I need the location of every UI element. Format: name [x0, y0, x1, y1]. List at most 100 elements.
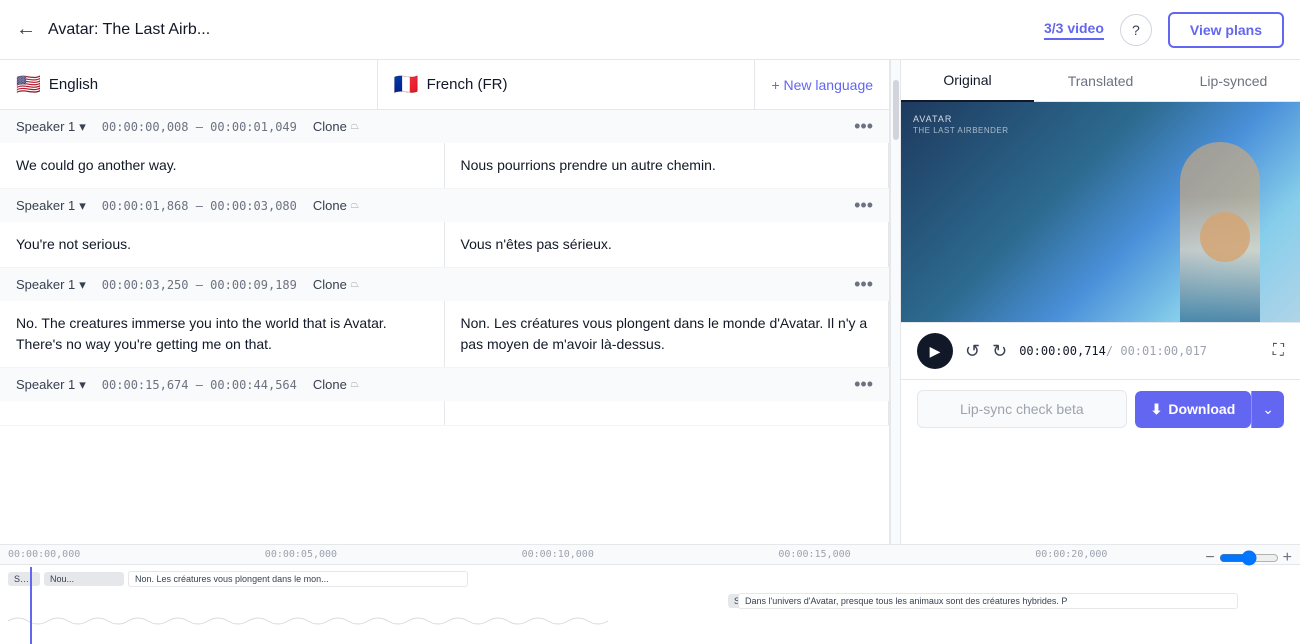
action-row: Lip-sync check beta ⬇ Download ⌄ [901, 379, 1300, 438]
play-button[interactable]: ▶ [917, 333, 953, 369]
segment-4: Speaker 1 ▾ 00:00:15,674 — 00:00:44,564 … [0, 368, 889, 426]
waveform-icon-1: ⏢ [351, 121, 359, 132]
clone-3-button[interactable]: Clone ⏢ [313, 277, 359, 292]
help-button[interactable]: ? [1120, 14, 1152, 46]
speaker-1-button[interactable]: Speaker 1 ▾ [16, 119, 86, 135]
video-preview: AVATAR THE LAST AIRBENDER [901, 102, 1300, 322]
video-face [1200, 212, 1250, 262]
clone-1-button[interactable]: Clone ⏢ [313, 119, 359, 134]
tab-lip-synced[interactable]: Lip-synced [1167, 60, 1300, 101]
clone-2-button[interactable]: Clone ⏢ [313, 198, 359, 213]
target-language: 🇫🇷 French (FR) [378, 60, 756, 109]
waveform-icon-2: ⏢ [351, 200, 359, 211]
lip-sync-button[interactable]: Lip-sync check beta [917, 390, 1127, 428]
time-range-4: 00:00:15,674 — 00:00:44,564 [102, 378, 297, 392]
rewind-button[interactable]: ↺ [965, 341, 980, 362]
tab-translated[interactable]: Translated [1034, 60, 1167, 101]
timeline: − + 00:00:00,000 00:00:05,000 00:00:10,0… [0, 544, 1300, 644]
time-range-2: 00:00:01,868 — 00:00:03,080 [102, 199, 297, 213]
time-range-3: 00:00:03,250 — 00:00:09,189 [102, 278, 297, 292]
source-text-1[interactable]: We could go another way. [0, 143, 445, 188]
segment-1-header: Speaker 1 ▾ 00:00:00,008 — 00:00:01,049 … [0, 110, 889, 143]
forward-button[interactable]: ↻ [992, 341, 1007, 362]
top-bar-right: 3/3 video ? View plans [1044, 12, 1284, 48]
more-3-button[interactable]: ••• [854, 274, 873, 295]
tracks-panel: 🇺🇸 English 🇫🇷 French (FR) + New language… [0, 60, 890, 544]
time-range-1: 00:00:00,008 — 00:00:01,049 [102, 120, 297, 134]
time-display: 00:00:00,714/ 00:01:00,017 [1019, 344, 1261, 358]
playhead [30, 567, 32, 644]
translated-text-1[interactable]: Nous pourrions prendre un autre chemin. [445, 143, 890, 188]
segment-3-content: No. The creatures immerse you into the w… [0, 301, 889, 367]
tl-chip-4[interactable]: Dans l'univers d'Avatar, presque tous le… [738, 593, 1238, 609]
waveform-icon-3: ⏢ [351, 279, 359, 290]
project-title: Avatar: The Last Airb... [48, 21, 210, 39]
zoom-out-button[interactable]: − [1205, 549, 1214, 567]
timeline-controls: − + [1197, 545, 1300, 571]
zoom-in-button[interactable]: + [1283, 549, 1292, 567]
download-icon: ⬇ [1151, 401, 1163, 418]
language-header: 🇺🇸 English 🇫🇷 French (FR) + New language [0, 60, 889, 110]
more-4-button[interactable]: ••• [854, 374, 873, 395]
ruler-mark-0: 00:00:00,000 [8, 549, 265, 560]
translated-text-4[interactable] [445, 401, 890, 425]
translated-text-2[interactable]: Vous n'êtes pas sérieux. [445, 222, 890, 267]
segment-4-header: Speaker 1 ▾ 00:00:15,674 — 00:00:44,564 … [0, 368, 889, 401]
timeline-tracks: Spea... Nou... Non. Les créatures vous p… [0, 565, 1300, 633]
video-controls: ▶ ↺ ↻ 00:00:00,714/ 00:01:00,017 ⛶ [901, 322, 1300, 379]
top-bar-left: ← Avatar: The Last Airb... [16, 18, 210, 41]
segment-1-content: We could go another way. Nous pourrions … [0, 143, 889, 188]
speaker-2-button[interactable]: Speaker 1 ▾ [16, 198, 86, 214]
ruler-marks: 00:00:00,000 00:00:05,000 00:00:10,000 0… [0, 549, 1300, 560]
source-text-4[interactable] [0, 401, 445, 425]
more-1-button[interactable]: ••• [854, 116, 873, 137]
more-2-button[interactable]: ••• [854, 195, 873, 216]
tl-chip-1[interactable]: Nou... [44, 572, 124, 586]
tl-chip-0[interactable]: Spea... [8, 572, 40, 586]
waveform-icon-4: ⏢ [351, 379, 359, 390]
zoom-slider[interactable] [1219, 550, 1279, 566]
main-content: 🇺🇸 English 🇫🇷 French (FR) + New language… [0, 60, 1300, 544]
tl-chip-2[interactable]: Non. Les créatures vous plongent dans le… [128, 571, 468, 587]
segment-3-header: Speaker 1 ▾ 00:00:03,250 — 00:00:09,189 … [0, 268, 889, 301]
download-arrow-button[interactable]: ⌄ [1251, 391, 1284, 428]
speaker-3-button[interactable]: Speaker 1 ▾ [16, 277, 86, 293]
new-language-button[interactable]: + New language [755, 65, 889, 105]
tab-original[interactable]: Original [901, 60, 1034, 102]
clone-4-button[interactable]: Clone ⏢ [313, 377, 359, 392]
segment-2-header: Speaker 1 ▾ 00:00:01,868 — 00:00:03,080 … [0, 189, 889, 222]
scroll-track [890, 60, 900, 544]
source-language: 🇺🇸 English [0, 60, 378, 109]
source-text-3[interactable]: No. The creatures immerse you into the w… [0, 301, 445, 367]
ruler-mark-2: 00:00:10,000 [522, 549, 779, 560]
segment-2-content: You're not serious. Vous n'êtes pas séri… [0, 222, 889, 267]
download-group: ⬇ Download ⌄ [1135, 391, 1284, 428]
video-count: 3/3 video [1044, 20, 1104, 40]
download-label: Download [1168, 401, 1235, 417]
timeline-waveform-row [8, 613, 1292, 629]
timeline-ruler: 00:00:00,000 00:00:05,000 00:00:10,000 0… [0, 545, 1300, 565]
waveform-svg [8, 613, 1292, 629]
fullscreen-button[interactable]: ⛶ [1273, 342, 1284, 360]
tabs-row: Original Translated Lip-synced [901, 60, 1300, 102]
speaker-4-button[interactable]: Speaker 1 ▾ [16, 377, 86, 393]
segment-1: Speaker 1 ▾ 00:00:00,008 — 00:00:01,049 … [0, 110, 889, 189]
source-text-2[interactable]: You're not serious. [0, 222, 445, 267]
segment-2: Speaker 1 ▾ 00:00:01,868 — 00:00:03,080 … [0, 189, 889, 268]
target-lang-name: French (FR) [427, 76, 508, 93]
ruler-mark-3: 00:00:15,000 [778, 549, 1035, 560]
segment-3: Speaker 1 ▾ 00:00:03,250 — 00:00:09,189 … [0, 268, 889, 368]
scroll-thumb[interactable] [893, 80, 899, 140]
video-overlay-title: AVATAR THE LAST AIRBENDER [913, 114, 1009, 136]
top-bar: ← Avatar: The Last Airb... 3/3 video ? V… [0, 0, 1300, 60]
download-button[interactable]: ⬇ Download [1135, 391, 1252, 428]
timeline-row-1: Spea... Nou... Non. Les créatures vous p… [8, 569, 1292, 589]
timeline-row-2: Speaker 1 Dans l'univers d'Avatar, presq… [8, 591, 1292, 611]
source-lang-name: English [49, 76, 98, 93]
right-panel: Original Translated Lip-synced AVATAR TH… [900, 60, 1300, 544]
view-plans-button[interactable]: View plans [1168, 12, 1284, 48]
back-button[interactable]: ← [16, 18, 36, 41]
translated-text-3[interactable]: Non. Les créatures vous plongent dans le… [445, 301, 890, 367]
target-flag: 🇫🇷 [394, 72, 419, 97]
ruler-mark-1: 00:00:05,000 [265, 549, 522, 560]
